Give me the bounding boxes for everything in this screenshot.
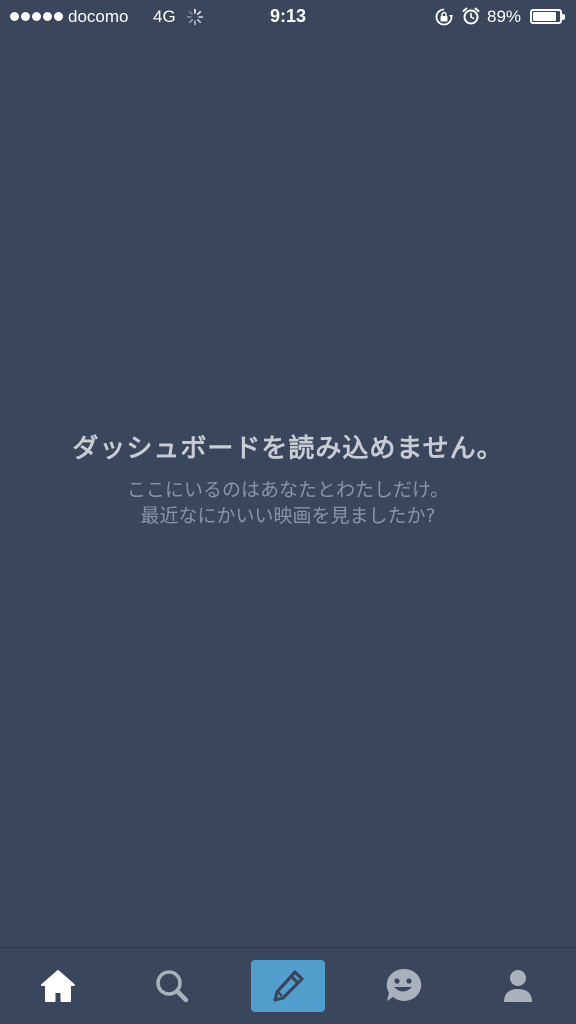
battery-fill	[533, 12, 556, 21]
person-icon	[504, 970, 532, 1002]
empty-state-title: ダッシュボードを読み込めません。	[72, 434, 504, 464]
tab-compose[interactable]	[251, 960, 325, 1012]
dashboard-screen: docomo 4G 9:13 89% ダッシュボードを読み込めません。 ここにい…	[0, 0, 576, 1024]
tab-activity[interactable]	[367, 961, 439, 1011]
empty-state-line-2: 最近なにかいい映画を見ましたか?	[140, 505, 436, 527]
battery-icon	[530, 9, 565, 24]
tab-home[interactable]	[22, 961, 94, 1011]
smiley-chat-icon	[386, 968, 422, 1001]
home-icon	[41, 970, 75, 1002]
alarm-icon	[462, 7, 480, 25]
empty-state-message: ダッシュボードを読み込めません。 ここにいるのはあなたとわたしだけ。 最近なにか…	[0, 428, 576, 529]
tab-search[interactable]	[136, 961, 208, 1011]
empty-state-line-1: ここにいるのはあなたとわたしだけ。	[126, 479, 450, 501]
search-icon	[156, 970, 189, 1003]
battery-percent: 89%	[487, 7, 522, 26]
status-bar: docomo 4G 9:13 89%	[0, 0, 576, 34]
pencil-icon	[273, 970, 304, 1002]
tab-account[interactable]	[482, 961, 554, 1011]
bottom-tab-bar	[0, 947, 576, 1024]
rotation-lock-icon	[435, 8, 453, 26]
